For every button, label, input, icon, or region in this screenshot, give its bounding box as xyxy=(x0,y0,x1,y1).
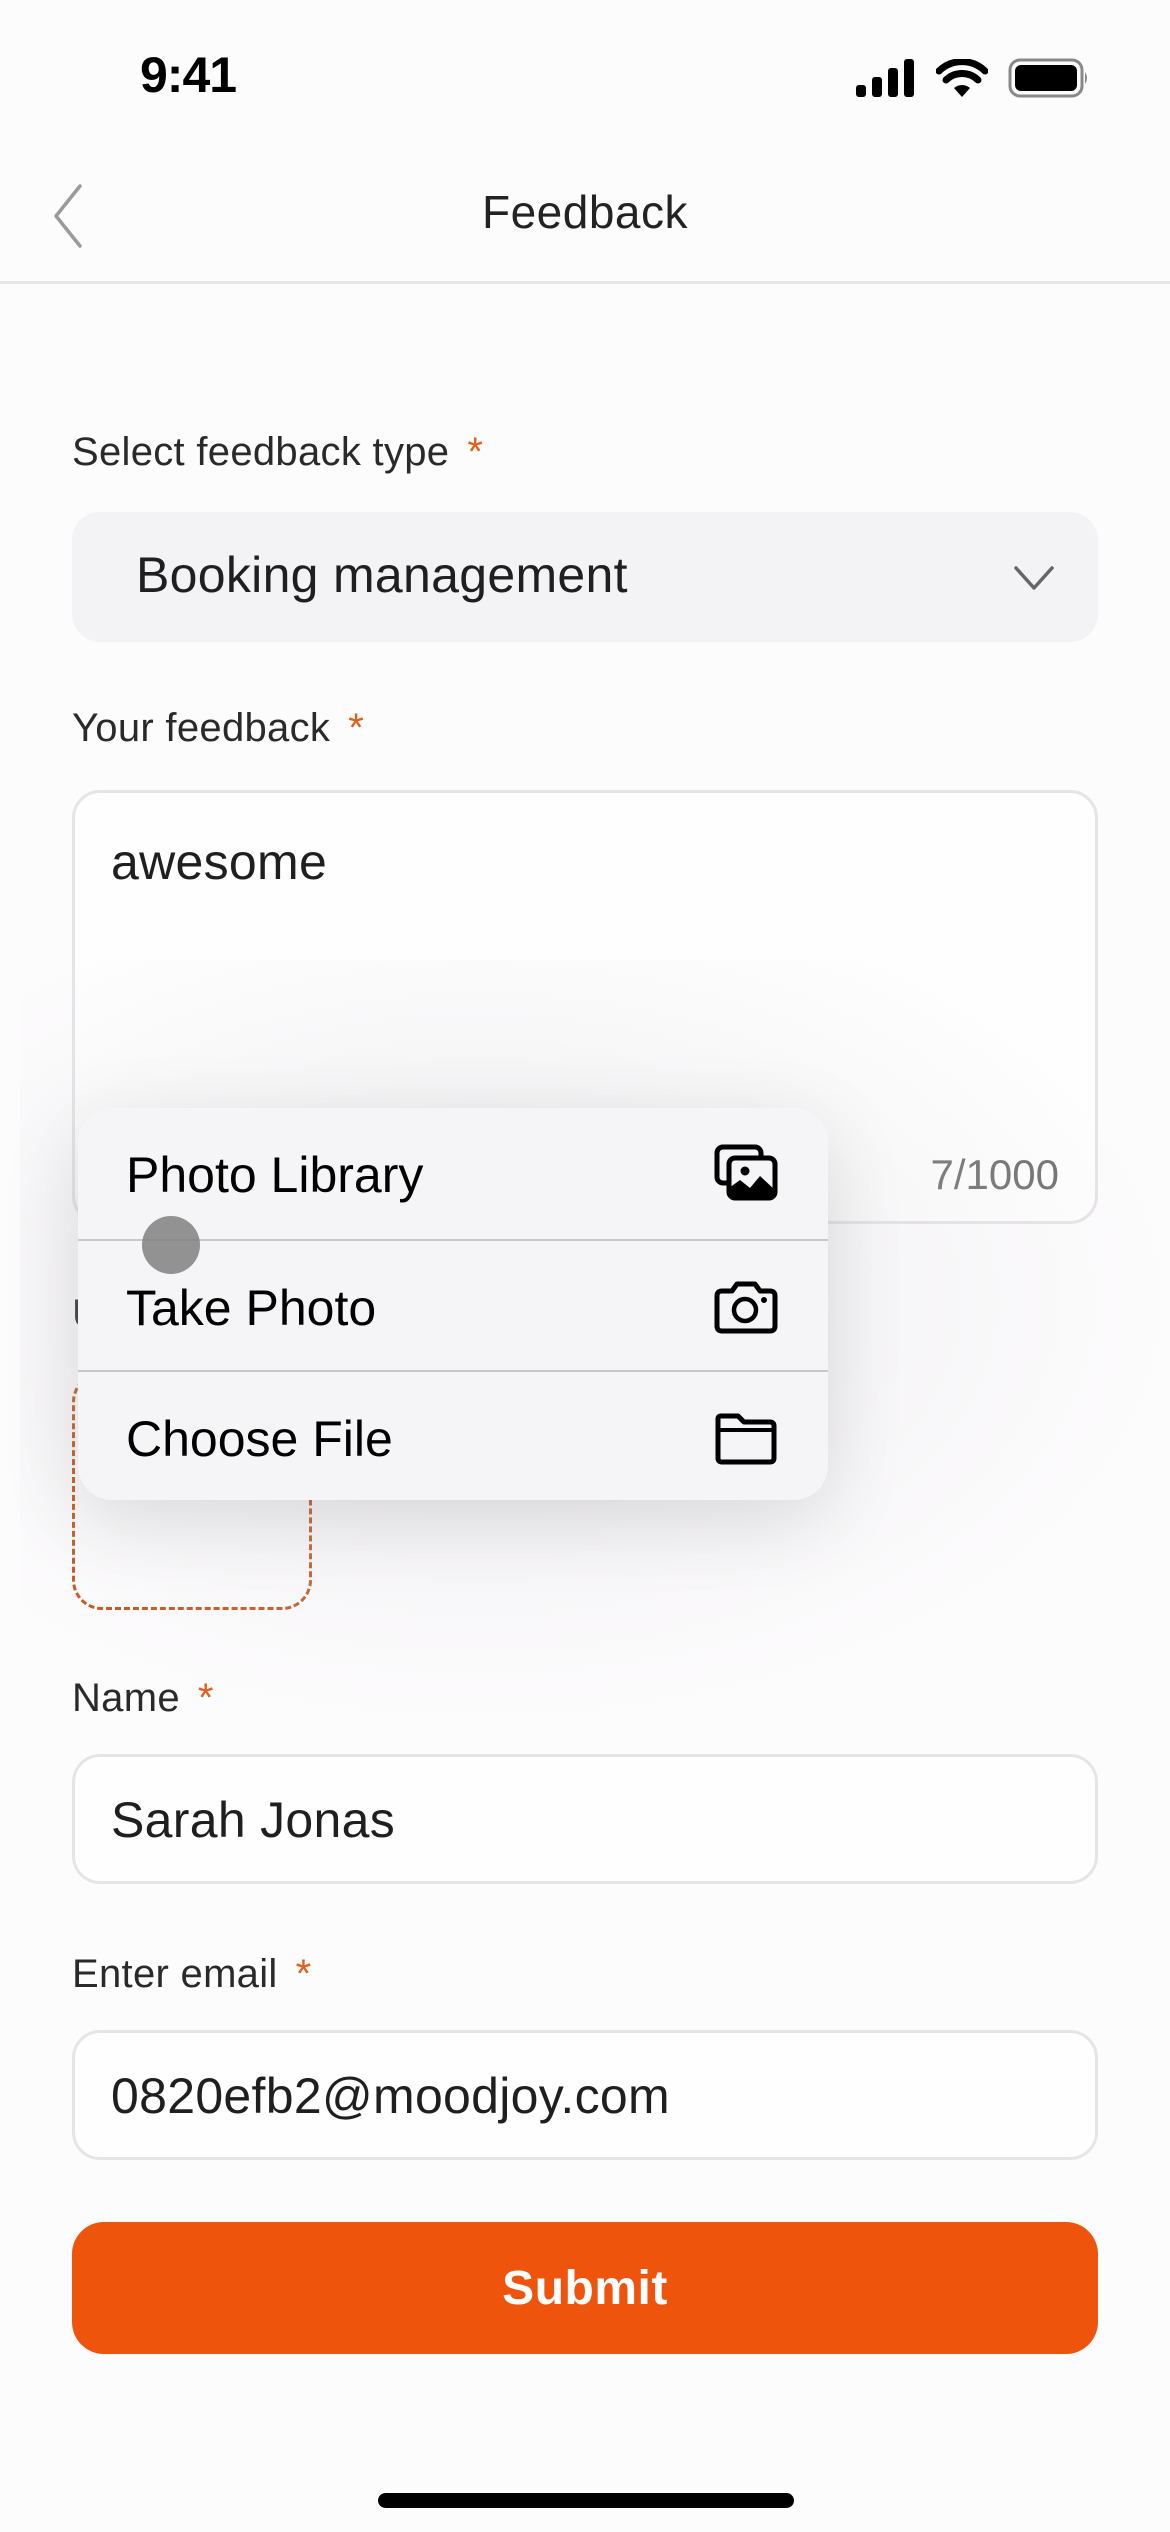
menu-item-take-photo[interactable]: Take Photo xyxy=(78,1239,828,1370)
required-asterisk: * xyxy=(348,706,365,750)
name-label-text: Name xyxy=(72,1676,180,1720)
menu-item-label: Choose File xyxy=(126,1411,393,1467)
camera-icon xyxy=(714,1281,778,1334)
feedback-value: awesome xyxy=(111,834,328,890)
feedback-label-text: Your feedback xyxy=(72,706,331,750)
chevron-down-icon xyxy=(1014,566,1054,590)
email-input[interactable]: 0820efb2@moodjoy.com xyxy=(72,2030,1098,2160)
status-icons xyxy=(856,58,1090,98)
menu-item-choose-file[interactable]: Choose File xyxy=(78,1370,828,1500)
status-bar: 9:41 xyxy=(0,0,1170,150)
menu-item-photo-library[interactable]: Photo Library xyxy=(78,1108,828,1239)
menu-item-label: Photo Library xyxy=(126,1147,424,1203)
status-time: 9:41 xyxy=(140,47,237,103)
feedback-type-label-text: Select feedback type xyxy=(72,430,450,474)
feedback-type-select[interactable]: Booking management xyxy=(72,512,1098,642)
required-asterisk: * xyxy=(295,1952,312,1996)
character-count: 7/1000 xyxy=(930,1151,1059,1198)
feedback-type-label: Select feedback type * xyxy=(72,430,483,475)
email-label: Enter email * xyxy=(72,1952,311,1997)
wifi-icon xyxy=(936,59,988,97)
email-label-text: Enter email xyxy=(72,1952,278,1996)
page-title: Feedback xyxy=(481,186,688,238)
required-asterisk: * xyxy=(197,1676,214,1720)
nav-bar: Feedback xyxy=(0,150,1170,284)
home-indicator xyxy=(378,2493,794,2508)
name-label: Name * xyxy=(72,1676,214,1721)
feedback-label: Your feedback * xyxy=(72,706,364,751)
submit-button[interactable]: Submit xyxy=(72,2222,1098,2354)
menu-item-label: Take Photo xyxy=(126,1280,377,1336)
cellular-signal-icon xyxy=(856,59,914,97)
attachment-menu: Photo Library Take Photo Choose File xyxy=(78,1108,828,1500)
name-value: Sarah Jonas xyxy=(111,1792,396,1848)
photo-library-icon xyxy=(714,1144,778,1201)
battery-icon xyxy=(1008,58,1087,98)
name-input[interactable]: Sarah Jonas xyxy=(72,1754,1098,1884)
required-asterisk: * xyxy=(467,430,484,474)
folder-icon xyxy=(715,1413,777,1465)
email-value: 0820efb2@moodjoy.com xyxy=(111,2068,670,2124)
feedback-type-value: Booking management xyxy=(136,547,628,603)
